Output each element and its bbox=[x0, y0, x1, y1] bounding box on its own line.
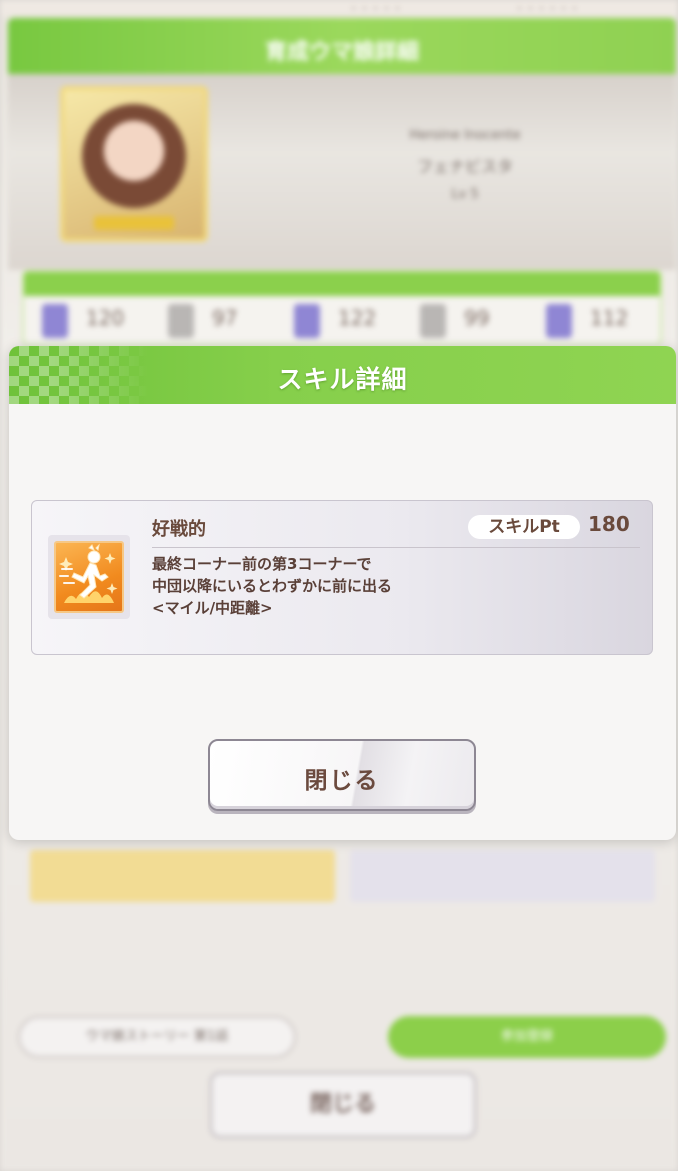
dialog-title: スキル詳細 bbox=[277, 365, 408, 394]
skill-detail-dialog: スキル詳細 好戦的 スキルPt 180 最終コーナー前の第3コーナーで 中団以降… bbox=[9, 346, 676, 840]
background-story-button: ウマ娘ストーリー 第1話 bbox=[18, 1016, 296, 1058]
background-header: 育成ウマ娘詳細 bbox=[8, 18, 676, 74]
skill-description-line: <マイル/中距離> bbox=[152, 599, 273, 617]
skill-pt-value: 180 bbox=[588, 512, 630, 536]
character-level: Lv 5 bbox=[451, 187, 479, 202]
background-skill-row-white bbox=[350, 850, 655, 902]
skill-description-line: 中団以降にいるとわずかに前に出る bbox=[152, 577, 393, 595]
stat-power: 122 bbox=[278, 300, 398, 344]
skill-description-line: 最終コーナー前の第3コーナーで bbox=[152, 555, 372, 573]
background-header-title: 育成ウマ娘詳細 bbox=[264, 40, 419, 65]
rarity-stars bbox=[94, 216, 174, 230]
close-button[interactable]: 閉じる bbox=[208, 739, 476, 811]
character-name: フェナビスタ bbox=[416, 157, 513, 176]
character-info: Heroine Inocente フェナビスタ Lv 5 bbox=[350, 128, 580, 212]
skill-divider bbox=[152, 547, 640, 548]
character-face bbox=[82, 104, 186, 208]
skill-icon-frame bbox=[48, 535, 130, 619]
stat-stamina: 97 bbox=[152, 300, 272, 344]
background-register-button: 参加登録 bbox=[388, 1016, 666, 1058]
skill-pt-badge: スキルPt bbox=[468, 515, 580, 539]
stat-speed: 120 bbox=[26, 300, 146, 344]
speed-runner-icon bbox=[54, 541, 124, 613]
background-top-tabs: ・・・・・ ・・・・・・ bbox=[0, 0, 678, 16]
close-button-label: 閉じる bbox=[304, 768, 380, 794]
skill-card: 好戦的 スキルPt 180 最終コーナー前の第3コーナーで 中団以降にいるとわず… bbox=[31, 500, 653, 655]
background-close-button: 閉じる bbox=[210, 1072, 476, 1138]
stats-panel: 120 97 122 99 112 bbox=[22, 270, 662, 346]
skill-description: 最終コーナー前の第3コーナーで 中団以降にいるとわずかに前に出る <マイル/中距… bbox=[152, 553, 632, 619]
dialog-header: スキル詳細 bbox=[9, 346, 676, 404]
card-name: Heroine Inocente bbox=[409, 128, 521, 143]
character-portrait bbox=[60, 86, 208, 242]
skill-name: 好戦的 bbox=[152, 519, 206, 540]
background-skill-row-gold bbox=[30, 850, 335, 902]
stats-header-bar bbox=[24, 272, 660, 296]
stat-guts: 99 bbox=[404, 300, 524, 344]
stat-wisdom: 112 bbox=[530, 300, 650, 344]
